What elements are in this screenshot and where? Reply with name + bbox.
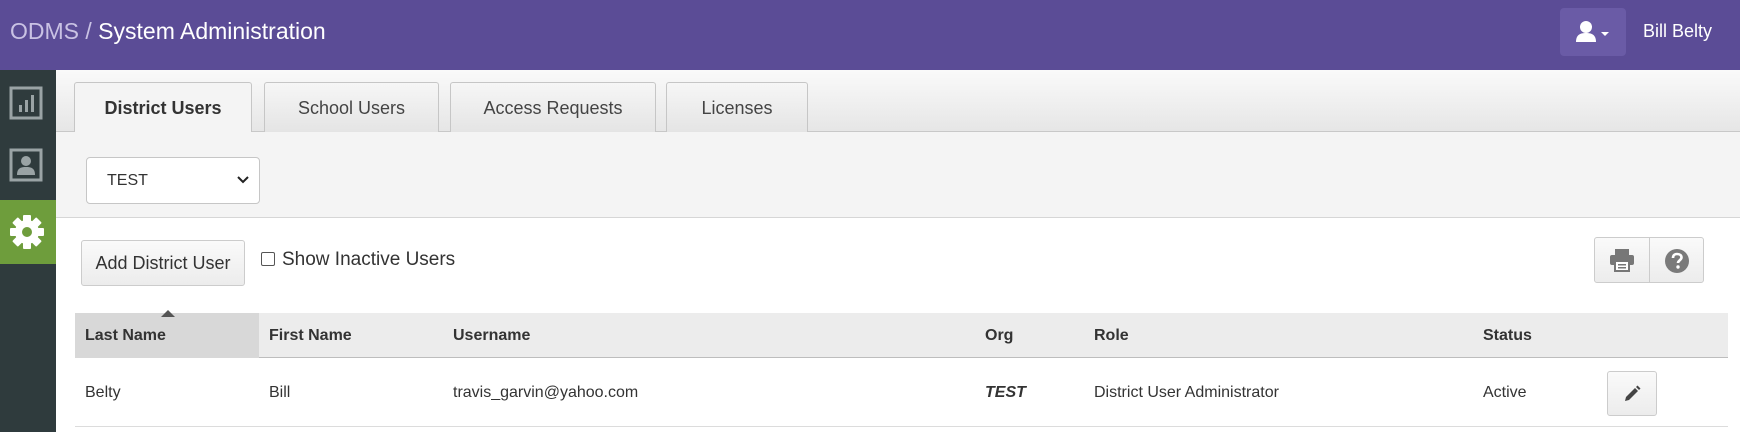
- print-icon: [1610, 249, 1634, 272]
- print-button[interactable]: [1595, 238, 1649, 282]
- pencil-icon: [1625, 385, 1641, 401]
- nav-administration[interactable]: [0, 200, 56, 264]
- nav-profiles[interactable]: [0, 134, 56, 198]
- column-header-org[interactable]: Org: [975, 313, 1084, 358]
- show-inactive-label[interactable]: Show Inactive Users: [282, 249, 455, 271]
- table-row: Belty Bill travis_garvin@yahoo.com TEST …: [75, 359, 1728, 427]
- breadcrumb-separator: /: [85, 18, 92, 44]
- top-header: ODMS / System Administration Bill Belty: [0, 0, 1740, 70]
- show-inactive-checkbox[interactable]: [261, 252, 275, 266]
- caret-down-icon: [1601, 32, 1609, 36]
- table-tools: [1594, 237, 1704, 283]
- tab-strip: District Users School Users Access Reque…: [56, 70, 1740, 134]
- district-select-value: TEST: [107, 172, 148, 189]
- cell-status: Active: [1483, 384, 1527, 401]
- help-icon: [1665, 249, 1689, 273]
- cell-first-name: Bill: [269, 384, 291, 401]
- left-nav-rail: [0, 70, 56, 432]
- contact-card-icon: [9, 148, 43, 182]
- column-header-first-name[interactable]: First Name: [259, 313, 443, 358]
- column-header-username[interactable]: Username: [443, 313, 975, 358]
- user-menu-button[interactable]: [1560, 8, 1626, 56]
- chevron-down-icon: [237, 176, 249, 184]
- cell-org: TEST: [985, 384, 1026, 401]
- breadcrumb: ODMS / System Administration: [10, 0, 326, 62]
- nav-reports[interactable]: [0, 72, 56, 136]
- cell-username: travis_garvin@yahoo.com: [453, 384, 639, 401]
- help-button[interactable]: [1650, 238, 1704, 282]
- column-header-last-name[interactable]: Last Name: [75, 310, 259, 358]
- column-header-status[interactable]: Status: [1473, 313, 1593, 358]
- column-header-role[interactable]: Role: [1084, 313, 1473, 358]
- tab-access-requests[interactable]: Access Requests: [450, 82, 656, 133]
- add-district-user-button[interactable]: Add District User: [81, 240, 245, 286]
- sort-ascending-icon: [161, 310, 175, 317]
- district-select[interactable]: TEST: [86, 157, 260, 204]
- page-title: System Administration: [98, 18, 326, 44]
- cell-role: District User Administrator: [1094, 384, 1279, 401]
- app-name[interactable]: ODMS: [10, 18, 79, 44]
- user-name[interactable]: Bill Belty: [1643, 0, 1712, 62]
- edit-user-button[interactable]: [1607, 371, 1657, 416]
- tab-licenses[interactable]: Licenses: [666, 82, 808, 133]
- tab-district-users[interactable]: District Users: [74, 82, 252, 134]
- chart-icon: [9, 86, 43, 120]
- gear-icon: [10, 215, 44, 249]
- user-icon: [1576, 21, 1609, 42]
- table-header: Last Name First Name Username Org Role S…: [75, 310, 1728, 358]
- filter-panel: [56, 132, 1740, 218]
- cell-last-name: Belty: [85, 384, 121, 401]
- column-label: Last Name: [85, 327, 166, 344]
- tab-school-users[interactable]: School Users: [264, 82, 439, 133]
